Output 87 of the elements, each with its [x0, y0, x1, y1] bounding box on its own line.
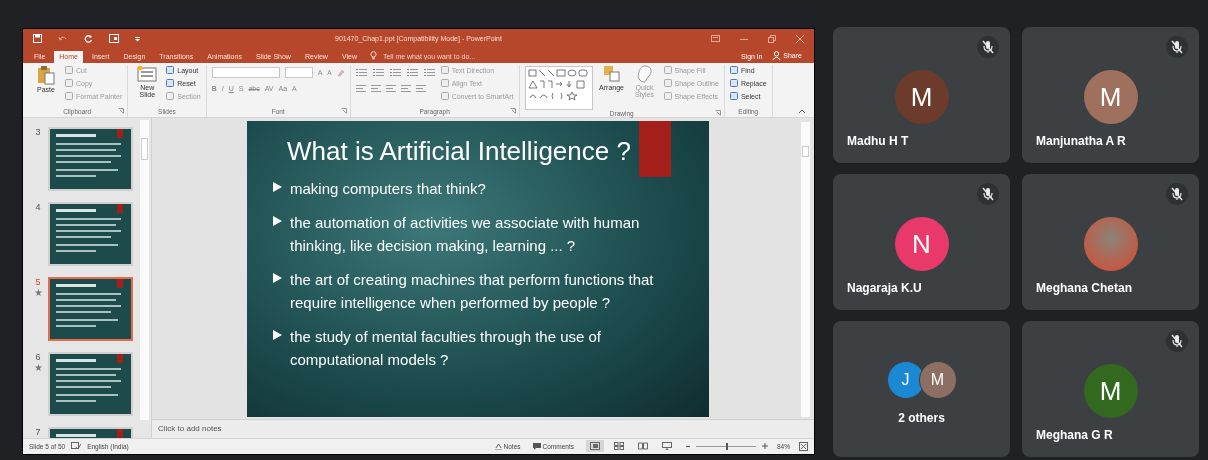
slide-thumbnail[interactable]: [48, 126, 133, 191]
view-icon: [638, 442, 648, 451]
scrollbar[interactable]: [140, 119, 149, 420]
avatar: M: [918, 361, 957, 399]
participant-name: Meghana G R: [1036, 428, 1113, 442]
dialog-launcher-icon[interactable]: [714, 110, 721, 117]
participant-name: Meghana Chetan: [1036, 281, 1132, 295]
square-icon: [65, 92, 73, 101]
restore-button[interactable]: [768, 34, 776, 43]
view-icon: [590, 442, 600, 451]
square-icon: [65, 79, 73, 88]
avatar: M: [1083, 70, 1138, 124]
numbering-icon[interactable]: [372, 68, 385, 78]
square-icon: [440, 92, 449, 101]
fit-slide-icon[interactable]: [799, 441, 808, 451]
increase-indent-icon[interactable]: [406, 68, 419, 78]
participant-name: Madhu H T: [847, 134, 909, 148]
slide-number: 7: [35, 426, 41, 437]
square-icon: [729, 66, 738, 75]
view-icon: [614, 442, 624, 451]
bullet-icon: [273, 181, 282, 192]
undo-icon[interactable]: [58, 34, 68, 43]
accent-bar: [639, 120, 671, 177]
participant-name: Manjunatha A R: [1036, 134, 1126, 148]
collapse-ribbon-icon[interactable]: [798, 108, 806, 114]
spelling-icon[interactable]: [71, 442, 82, 451]
avatar: M: [894, 70, 949, 124]
comment-icon: [532, 442, 541, 450]
customize-icon[interactable]: [135, 35, 140, 42]
decrease-indent-icon[interactable]: [389, 68, 402, 78]
font-name-field[interactable]: [211, 67, 280, 79]
square-icon: [166, 92, 175, 101]
lightbulb-icon: [369, 50, 377, 60]
save-icon[interactable]: [33, 34, 42, 44]
scrollbar[interactable]: [801, 121, 810, 417]
square-icon: [65, 66, 73, 75]
slide-title: What is Artificial Intelligence ?: [287, 134, 632, 167]
align-center-icon[interactable]: [370, 84, 381, 94]
square-icon: [440, 66, 449, 75]
bullet-text: the study of mental faculties through the use of computational models ?: [290, 326, 603, 370]
bullet-text: making computers that think?: [290, 178, 487, 199]
slide-thumbnail[interactable]: [48, 201, 133, 266]
dialog-launcher-icon[interactable]: [340, 108, 347, 115]
ribbon-display-icon[interactable]: [711, 35, 720, 43]
align-right-icon[interactable]: [385, 84, 396, 94]
slide-thumbnail[interactable]: [48, 351, 133, 416]
slide-number: 3: [35, 126, 41, 137]
zoom-in-icon[interactable]: [762, 443, 768, 450]
square-icon: [729, 79, 738, 88]
square-icon: [663, 92, 672, 101]
square-icon: [166, 79, 175, 88]
slide-number: 5: [35, 276, 41, 287]
participant-name: Nagaraja K.U: [847, 281, 922, 295]
others-count: 2 others: [898, 411, 945, 425]
bullet-icon: [273, 329, 282, 340]
slide-number: 6: [35, 351, 41, 362]
avatar: M: [1083, 364, 1138, 418]
slide-number: 4: [35, 201, 41, 212]
columns-icon[interactable]: [415, 84, 426, 94]
shapes-gallery[interactable]: [524, 65, 593, 110]
font-size-field[interactable]: [284, 67, 313, 79]
align-left-icon[interactable]: [355, 84, 366, 94]
line-spacing-icon[interactable]: [423, 68, 436, 78]
bullets-icon[interactable]: [355, 68, 368, 78]
photo-placeholder: [1083, 217, 1138, 271]
bullet-text: the art of creating machines that perform functions that require intelligence when performed by people ?: [290, 269, 655, 313]
view-icon: [662, 442, 672, 451]
avatar: N: [894, 217, 949, 271]
bullet-icon: [273, 272, 282, 283]
square-icon: [729, 92, 738, 101]
close-button[interactable]: [796, 34, 804, 43]
view-button[interactable]: [586, 440, 604, 453]
square-icon: [166, 66, 175, 75]
dialog-launcher-icon[interactable]: [509, 108, 516, 115]
justify-icon[interactable]: [400, 84, 411, 94]
bullet-text: the automation of activities we associate with human thinking, like decision making, learning ... ?: [290, 212, 641, 256]
redo-icon[interactable]: [84, 34, 93, 44]
clear-formatting-icon[interactable]: [336, 68, 345, 77]
square-icon: [440, 79, 449, 88]
square-icon: [663, 79, 672, 88]
notes-icon: [494, 442, 502, 450]
presentation-icon[interactable]: [109, 34, 119, 44]
square-icon: [663, 66, 672, 75]
slide-thumbnail[interactable]: [48, 276, 133, 341]
person-icon: [772, 50, 782, 60]
bullet-icon: [273, 215, 282, 226]
dialog-launcher-icon[interactable]: [118, 108, 125, 115]
